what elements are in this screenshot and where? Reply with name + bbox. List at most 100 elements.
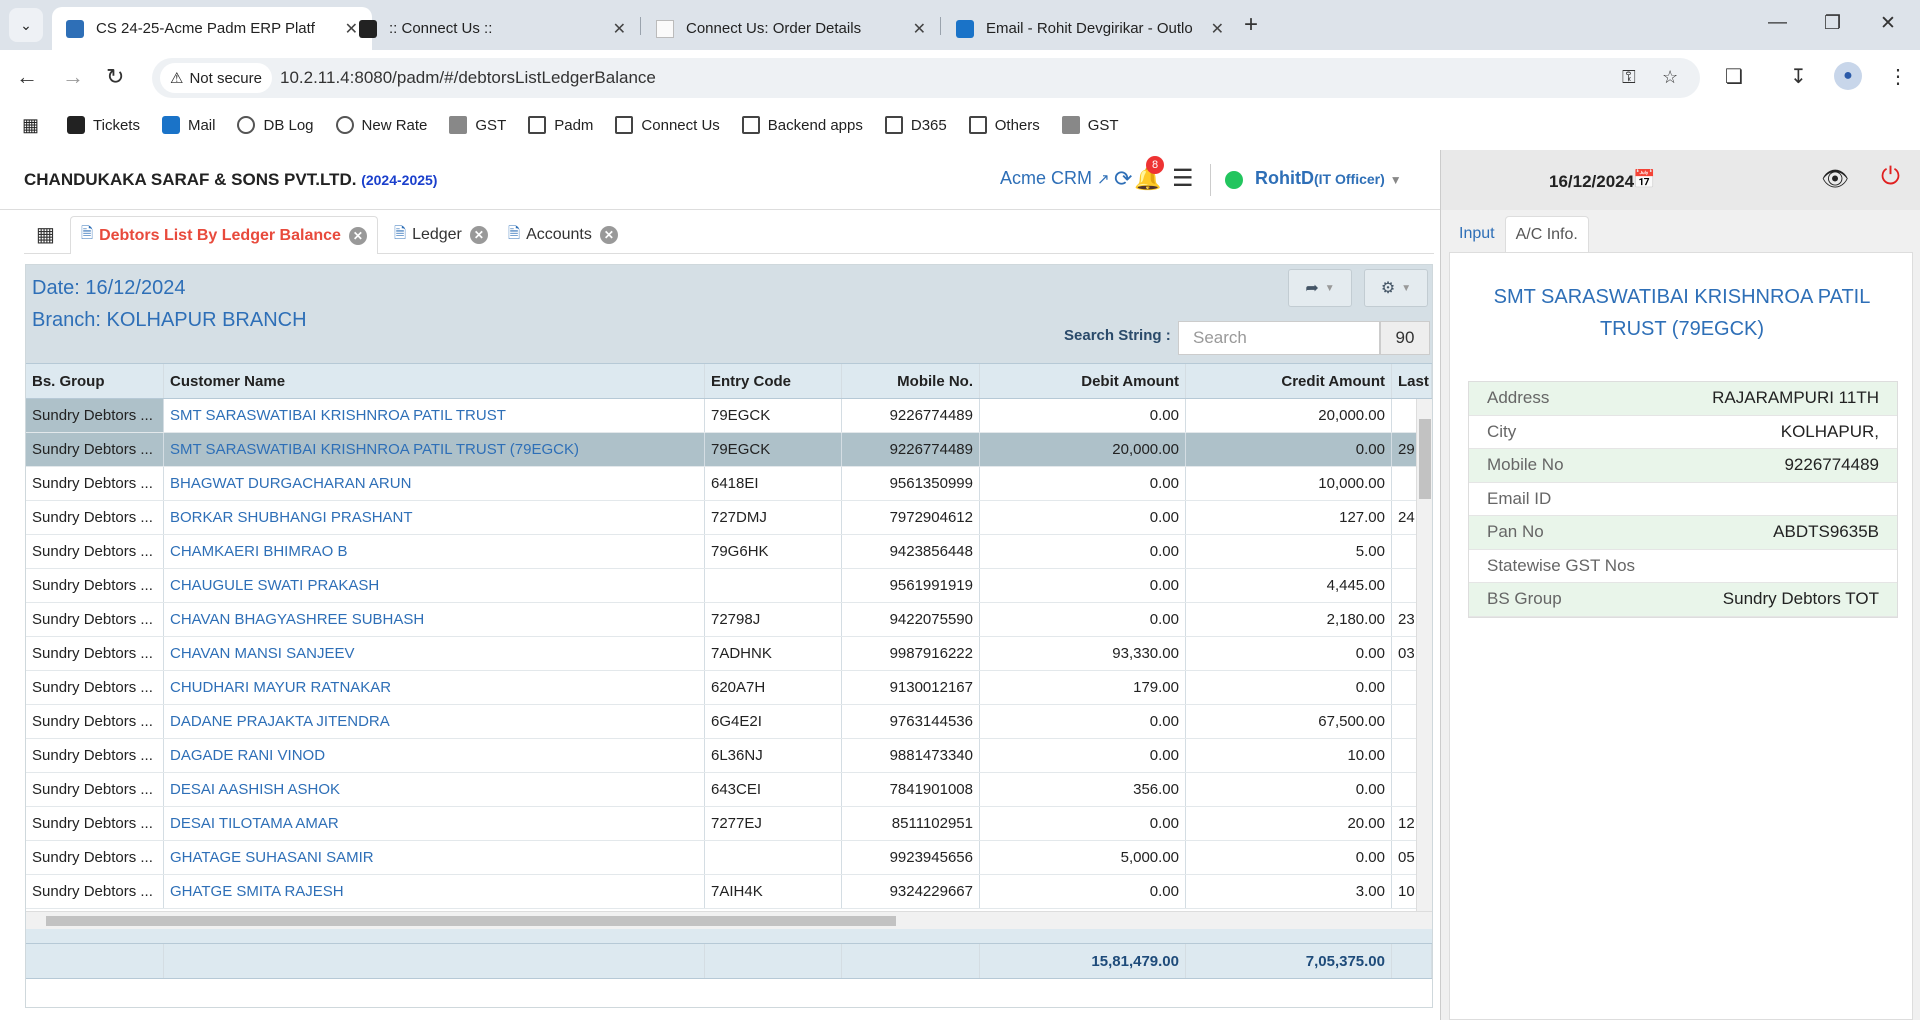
cell-customer-name[interactable]: CHAUGULE SWATI PRAKASH (164, 569, 705, 602)
bookmark-gst[interactable]: GST (449, 116, 506, 134)
vertical-scrollbar[interactable] (1416, 399, 1432, 911)
tab-search-button[interactable]: ⌄ (9, 8, 43, 42)
cell-customer-name[interactable]: CHUDHARI MAYUR RATNAKAR (164, 671, 705, 704)
column-header-customer-name[interactable]: Customer Name (164, 364, 705, 398)
table-row[interactable]: Sundry Debtors ... CHUDHARI MAYUR RATNAKA… (26, 671, 1432, 705)
user-menu[interactable]: RohitD(IT Officer) ▼ (1255, 168, 1402, 189)
search-input[interactable] (1178, 321, 1380, 355)
close-tab-icon[interactable]: ✕ (599, 226, 618, 244)
table-row[interactable]: Sundry Debtors ... DESAI AASHISH ASHOK 643… (26, 773, 1432, 807)
menu-kebab-icon[interactable]: ⋮ (1888, 64, 1908, 89)
column-header-last[interactable]: Last (1392, 364, 1432, 398)
account-side-panel: Input A/C Info. SMT SARASWATIBAI KRISHNR… (1440, 210, 1920, 1020)
bookmark-tickets[interactable]: Tickets (67, 116, 140, 134)
close-tab-icon[interactable]: ✕ (469, 226, 488, 244)
column-header-entry-code[interactable]: Entry Code (705, 364, 842, 398)
restore-icon[interactable]: ❐ (1824, 12, 1841, 35)
close-tab-icon[interactable]: ✕ (913, 19, 926, 39)
refresh-icon[interactable]: ⟳ (1114, 166, 1132, 192)
bookmark-gst-2[interactable]: GST (1061, 116, 1119, 134)
bookmark-others[interactable]: Others (968, 116, 1040, 134)
column-header-debit-amount[interactable]: Debit Amount (980, 364, 1186, 398)
calendar-icon[interactable]: 📅 (1633, 169, 1655, 190)
cell-customer-name[interactable]: DAGADE RANI VINOD (164, 739, 705, 772)
close-tab-icon[interactable]: ✕ (1211, 19, 1224, 39)
cell-customer-name[interactable]: SMT SARASWATIBAI KRISHNROA PATIL TRUST (164, 399, 705, 432)
bookmark-padm[interactable]: Padm (528, 116, 593, 134)
star-icon[interactable]: ☆ (1662, 67, 1678, 88)
tab-ac-info[interactable]: A/C Info. (1504, 216, 1589, 252)
table-row[interactable]: Sundry Debtors ... GHATGE SMITA RAJESH 7AI… (26, 875, 1432, 909)
cell-customer-name[interactable]: SMT SARASWATIBAI KRISHNROA PATIL TRUST (… (164, 433, 705, 466)
tab-debtors-list[interactable]: 🗎 Debtors List By Ledger Balance ✕ (70, 216, 378, 254)
cell-customer-name[interactable]: GHATAGE SUHASANI SAMIR (164, 841, 705, 874)
profile-avatar-icon[interactable]: ● (1834, 62, 1862, 90)
cell-customer-name[interactable]: CHAMKAERI BHIMRAO B (164, 535, 705, 568)
table-row[interactable]: Sundry Debtors ... CHAVAN BHAGYASHREE SUB… (26, 603, 1432, 637)
url-text[interactable]: 10.2.11.4:8080/padm/#/debtorsListLedgerB… (280, 68, 656, 88)
horizontal-scrollbar[interactable] (26, 911, 1432, 929)
table-row[interactable]: Sundry Debtors ... DAGADE RANI VINOD 6L36N… (26, 739, 1432, 773)
tab-ledger[interactable]: 🗎 Ledger ✕ (384, 216, 498, 254)
apps-grid-icon[interactable]: ▦ (22, 115, 39, 136)
key-icon[interactable]: ⚿ (1622, 67, 1636, 88)
table-row[interactable]: Sundry Debtors ... CHAUGULE SWATI PRAKASH… (26, 569, 1432, 603)
column-header-mobile-no[interactable]: Mobile No. (842, 364, 980, 398)
reload-icon[interactable]: ↻ (106, 64, 124, 90)
table-row[interactable]: Sundry Debtors ... CHAVAN MANSI SANJEEV 7A… (26, 637, 1432, 671)
bookmark-d365[interactable]: D365 (884, 116, 947, 134)
cell-customer-name[interactable]: BHAGWAT DURGACHARAN ARUN (164, 467, 705, 500)
share-button[interactable]: ➦ ▼ (1288, 269, 1352, 307)
table-row[interactable]: Sundry Debtors ... BHAGWAT DURGACHARAN AR… (26, 467, 1432, 501)
cell-customer-name[interactable]: DESAI AASHISH ASHOK (164, 773, 705, 806)
table-row[interactable]: Sundry Debtors ... DESAI TILOTAMA AMAR 727… (26, 807, 1432, 841)
table-row[interactable]: Sundry Debtors ... BORKAR SHUBHANGI PRASH… (26, 501, 1432, 535)
eye-slash-icon[interactable]: 👁 (1821, 166, 1849, 192)
back-icon[interactable]: ← (16, 64, 38, 90)
omnibox[interactable]: ⚠ Not secure 10.2.11.4:8080/padm/#/debto… (152, 58, 1700, 98)
settings-button[interactable]: ⚙ ▼ (1364, 269, 1428, 307)
security-chip[interactable]: ⚠ Not secure (160, 63, 272, 93)
table-row[interactable]: Sundry Debtors ... DADANE PRAJAKTA JITEND… (26, 705, 1432, 739)
table-row[interactable]: Sundry Debtors ... CHAMKAERI BHIMRAO B 79G… (26, 535, 1432, 569)
browser-tab-connect-us[interactable]: :: Connect Us :: ✕ (345, 7, 640, 50)
vertical-scroll-thumb[interactable] (1419, 419, 1431, 499)
close-tab-icon[interactable]: ✕ (613, 19, 626, 39)
cell-customer-name[interactable]: GHATGE SMITA RAJESH (164, 875, 705, 908)
bookmark-db-log[interactable]: DB Log (237, 116, 314, 134)
grid-menu-icon[interactable]: ▦ (36, 222, 55, 247)
bookmark-backend-apps[interactable]: Backend apps (741, 116, 863, 134)
close-tab-icon[interactable]: ✕ (348, 226, 367, 245)
browser-tab-email[interactable]: Email - Rohit Devgirikar - Outlo ✕ (942, 7, 1238, 50)
horizontal-scroll-thumb[interactable] (46, 916, 896, 926)
tab-input[interactable]: Input (1449, 216, 1505, 252)
forward-icon[interactable]: → (62, 64, 84, 90)
new-tab-button[interactable]: + (1244, 11, 1258, 39)
bookmark-mail[interactable]: Mail (161, 116, 215, 134)
list-menu-icon[interactable]: ☰ (1172, 164, 1194, 193)
folder-icon (884, 116, 903, 134)
bookmark-label: D365 (910, 116, 947, 134)
bookmark-new-rate[interactable]: New Rate (335, 116, 427, 134)
download-icon[interactable]: ↧ (1790, 64, 1807, 89)
close-window-icon[interactable]: ✕ (1880, 12, 1896, 35)
cell-customer-name[interactable]: CHAVAN BHAGYASHREE SUBHASH (164, 603, 705, 636)
extensions-icon[interactable]: ❏ (1725, 64, 1743, 89)
table-row[interactable]: Sundry Debtors ... SMT SARASWATIBAI KRISH… (26, 433, 1432, 467)
cell-customer-name[interactable]: DADANE PRAJAKTA JITENDRA (164, 705, 705, 738)
bookmark-connect-us[interactable]: Connect Us (615, 116, 720, 134)
power-icon[interactable]: ⏻ (1881, 163, 1900, 191)
minimize-icon[interactable]: — (1768, 12, 1787, 34)
document-icon: 🗎 (508, 224, 521, 242)
crm-link[interactable]: Acme CRM ↗ (1000, 168, 1110, 189)
table-row[interactable]: Sundry Debtors ... SMT SARASWATIBAI KRISH… (26, 399, 1432, 433)
column-header-bs-group[interactable]: Bs. Group (26, 364, 164, 398)
column-header-credit-amount[interactable]: Credit Amount (1186, 364, 1392, 398)
cell-customer-name[interactable]: DESAI TILOTAMA AMAR (164, 807, 705, 840)
browser-tab-erp[interactable]: CS 24-25-Acme Padm ERP Platf ✕ (52, 7, 372, 50)
table-row[interactable]: Sundry Debtors ... GHATAGE SUHASANI SAMIR… (26, 841, 1432, 875)
cell-customer-name[interactable]: CHAVAN MANSI SANJEEV (164, 637, 705, 670)
tab-accounts[interactable]: 🗎 Accounts ✕ (498, 216, 628, 254)
browser-tab-order-details[interactable]: Connect Us: Order Details ✕ (642, 7, 940, 50)
cell-customer-name[interactable]: BORKAR SHUBHANGI PRASHANT (164, 501, 705, 534)
